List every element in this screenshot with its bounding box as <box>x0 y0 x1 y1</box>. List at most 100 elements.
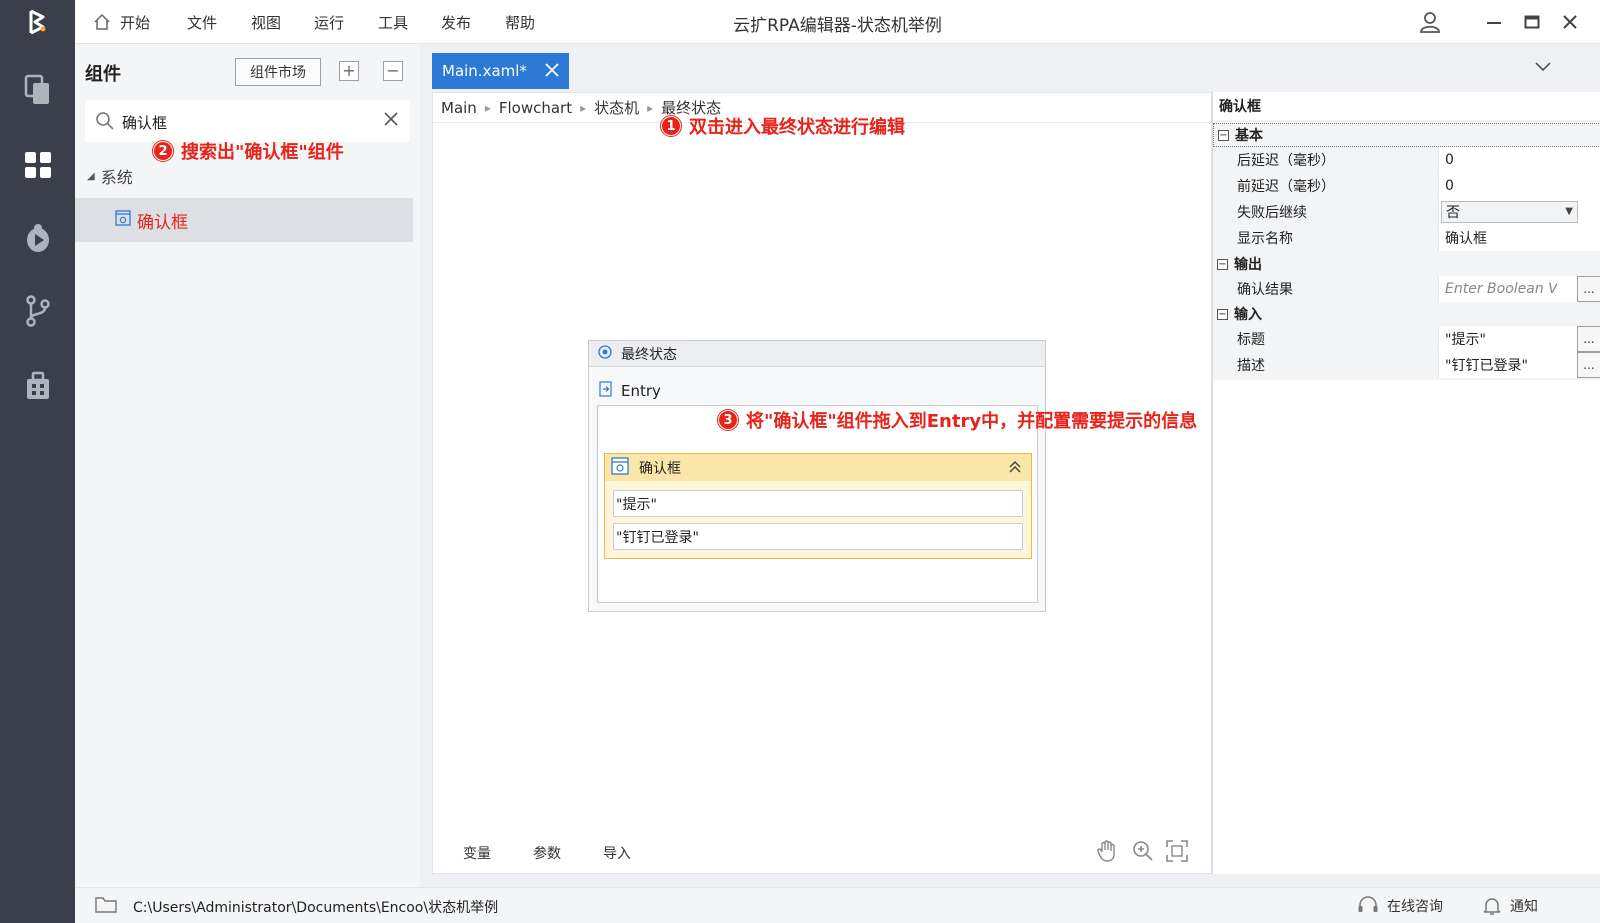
pan-hand-icon[interactable] <box>1095 839 1119 867</box>
package-icon[interactable] <box>0 358 75 414</box>
prop-placeholder[interactable]: Enter Boolean V <box>1445 281 1557 297</box>
activity-header: 确认框 <box>605 454 1031 481</box>
tree-item-confirm-box[interactable]: 确认框 <box>75 198 413 242</box>
prop-value-input[interactable]: Enter Boolean V ... <box>1438 276 1600 302</box>
collapse-category-icon[interactable]: − <box>1217 258 1228 270</box>
prop-name: 确认结果 <box>1233 276 1437 302</box>
activity-description-field[interactable]: "钉钉已登录" <box>613 523 1023 550</box>
menu-file[interactable]: 文件 <box>187 12 217 33</box>
confirm-box-activity[interactable]: 确认框 "提示" "钉钉已登录" <box>604 453 1032 559</box>
git-branch-icon[interactable] <box>0 283 75 339</box>
prop-name: 标题 <box>1233 326 1437 352</box>
annotation-text: 搜索出"确认框"组件 <box>181 142 344 163</box>
expression-editor-button[interactable]: ... <box>1577 276 1600 302</box>
home-icon[interactable] <box>93 13 111 35</box>
status-bar: C:\Users\Administrator\Documents\Encoo\状… <box>75 887 1600 923</box>
prop-value-input[interactable]: 0 <box>1438 147 1600 173</box>
annotation-text: 将"确认框"组件拖入到Entry中，并配置需要提示的信息 <box>746 411 1198 432</box>
prop-value[interactable]: 确认框 <box>1445 228 1487 248</box>
confirm-box-icon <box>611 456 629 479</box>
collapse-all-button[interactable]: − <box>383 61 403 81</box>
components-icon[interactable] <box>0 137 75 193</box>
tab-main-xaml[interactable]: Main.xaml* <box>432 53 569 89</box>
category-label: 基本 <box>1235 128 1263 144</box>
expression-editor-button[interactable]: ... <box>1577 352 1600 378</box>
prop-value[interactable]: 0 <box>1445 152 1454 168</box>
prop-row-display-name: 显示名称 确认框 <box>1233 225 1600 251</box>
prop-value-input[interactable]: "钉钉已登录" ... <box>1438 352 1600 378</box>
category-basic[interactable]: − 基本 <box>1213 123 1600 147</box>
menu-start[interactable]: 开始 <box>120 12 150 33</box>
collapse-chevron-up-icon[interactable] <box>1007 459 1023 479</box>
breadcrumb-separator-icon: ▸ <box>484 100 491 115</box>
online-consult-button[interactable]: 在线咨询 <box>1357 896 1443 916</box>
properties-panel: 确认框 − 基本 后延迟（毫秒） 0 前延迟（毫秒） 0 失败后继续 否 ▼ 显… <box>1212 92 1600 874</box>
debug-icon[interactable] <box>0 210 75 266</box>
activity-title-field[interactable]: "提示" <box>613 490 1023 517</box>
prop-row-delay-after: 后延迟（毫秒） 0 <box>1233 147 1600 173</box>
tab-list-chevron-down-icon[interactable] <box>1534 60 1552 76</box>
menu-run[interactable]: 运行 <box>314 12 344 33</box>
menu-view[interactable]: 视图 <box>251 12 281 33</box>
search-input[interactable]: 确认框 <box>122 112 167 133</box>
user-icon[interactable] <box>1416 8 1444 36</box>
tab-imports[interactable]: 导入 <box>603 843 631 863</box>
continue-on-error-select[interactable]: 否 ▼ <box>1441 201 1578 223</box>
tab-variables[interactable]: 变量 <box>463 843 491 863</box>
tree-node-system[interactable]: ◢ 系统 <box>87 164 133 188</box>
breadcrumb-main[interactable]: Main <box>441 99 477 117</box>
prop-name: 前延迟（毫秒） <box>1233 173 1437 199</box>
component-search[interactable]: 确认框 <box>85 100 410 142</box>
close-tab-icon[interactable] <box>543 61 561 83</box>
tab-arguments[interactable]: 参数 <box>533 843 561 863</box>
menu-publish[interactable]: 发布 <box>441 12 471 33</box>
documents-icon[interactable] <box>0 62 75 118</box>
logo-icon <box>0 0 75 44</box>
components-panel: 组件 组件市场 + − 确认框 2 搜索出"确认框"组件 ◢ 系统 确认框 <box>75 44 420 887</box>
tree-expand-icon[interactable]: ◢ <box>87 171 95 182</box>
fit-screen-icon[interactable] <box>1165 839 1189 867</box>
notify-label: 通知 <box>1510 899 1538 915</box>
project-path: C:\Users\Administrator\Documents\Encoo\状… <box>133 900 499 916</box>
prop-value[interactable]: 0 <box>1445 178 1454 194</box>
annotation-number: 2 <box>153 141 173 161</box>
notifications-button[interactable]: 通知 <box>1482 896 1538 916</box>
minimize-button[interactable] <box>1480 8 1508 36</box>
prop-row-title: 标题 "提示" ... <box>1233 326 1600 352</box>
expression-editor-button[interactable]: ... <box>1577 326 1600 352</box>
clear-search-icon[interactable] <box>382 110 400 132</box>
folder-icon[interactable] <box>95 896 117 918</box>
maximize-button[interactable] <box>1518 8 1546 36</box>
state-header: 最终状态 <box>589 341 1045 367</box>
menu-help[interactable]: 帮助 <box>505 12 535 33</box>
breadcrumb-flowchart[interactable]: Flowchart <box>499 99 572 117</box>
prop-name: 失败后继续 <box>1233 199 1437 225</box>
confirm-box-icon <box>115 209 131 231</box>
designer-canvas[interactable]: Main ▸ Flowchart ▸ 状态机 ▸ 最终状态 1 双击进入最终状态… <box>432 92 1212 874</box>
annotation-3: 3 将"确认框"组件拖入到Entry中，并配置需要提示的信息 <box>718 407 1197 433</box>
zoom-in-icon[interactable] <box>1131 839 1155 867</box>
entry-drop-area[interactable]: 确认框 "提示" "钉钉已登录" <box>597 405 1038 603</box>
component-market-button[interactable]: 组件市场 <box>235 58 321 86</box>
final-state-activity[interactable]: 最终状态 Entry 确认框 "提示" "钉钉已登录" <box>588 340 1046 612</box>
prop-value[interactable]: "钉钉已登录" <box>1445 355 1557 375</box>
prop-value-input[interactable]: "提示" ... <box>1438 326 1600 352</box>
prop-value-input[interactable]: 确认框 <box>1438 225 1600 251</box>
category-input[interactable]: − 输入 <box>1213 302 1600 326</box>
menu-tools[interactable]: 工具 <box>378 12 408 33</box>
prop-name: 描述 <box>1233 352 1437 378</box>
top-menu-bar: 开始 文件 视图 运行 工具 发布 帮助 云扩RPA编辑器-状态机举例 <box>75 0 1600 44</box>
entry-label: Entry <box>599 381 661 401</box>
annotation-number: 1 <box>661 116 681 136</box>
close-button[interactable] <box>1556 8 1584 36</box>
annotation-number: 3 <box>718 410 738 430</box>
prop-value-input[interactable]: 0 <box>1438 173 1600 199</box>
panel-title: 组件 <box>85 64 121 85</box>
expand-all-button[interactable]: + <box>339 61 359 81</box>
breadcrumb-state-machine[interactable]: 状态机 <box>594 97 639 118</box>
prop-value[interactable]: "提示" <box>1445 329 1557 349</box>
category-output[interactable]: − 输出 <box>1213 252 1600 276</box>
collapse-category-icon[interactable]: − <box>1218 129 1229 141</box>
state-title: 最终状态 <box>621 346 677 363</box>
collapse-category-icon[interactable]: − <box>1217 308 1228 320</box>
